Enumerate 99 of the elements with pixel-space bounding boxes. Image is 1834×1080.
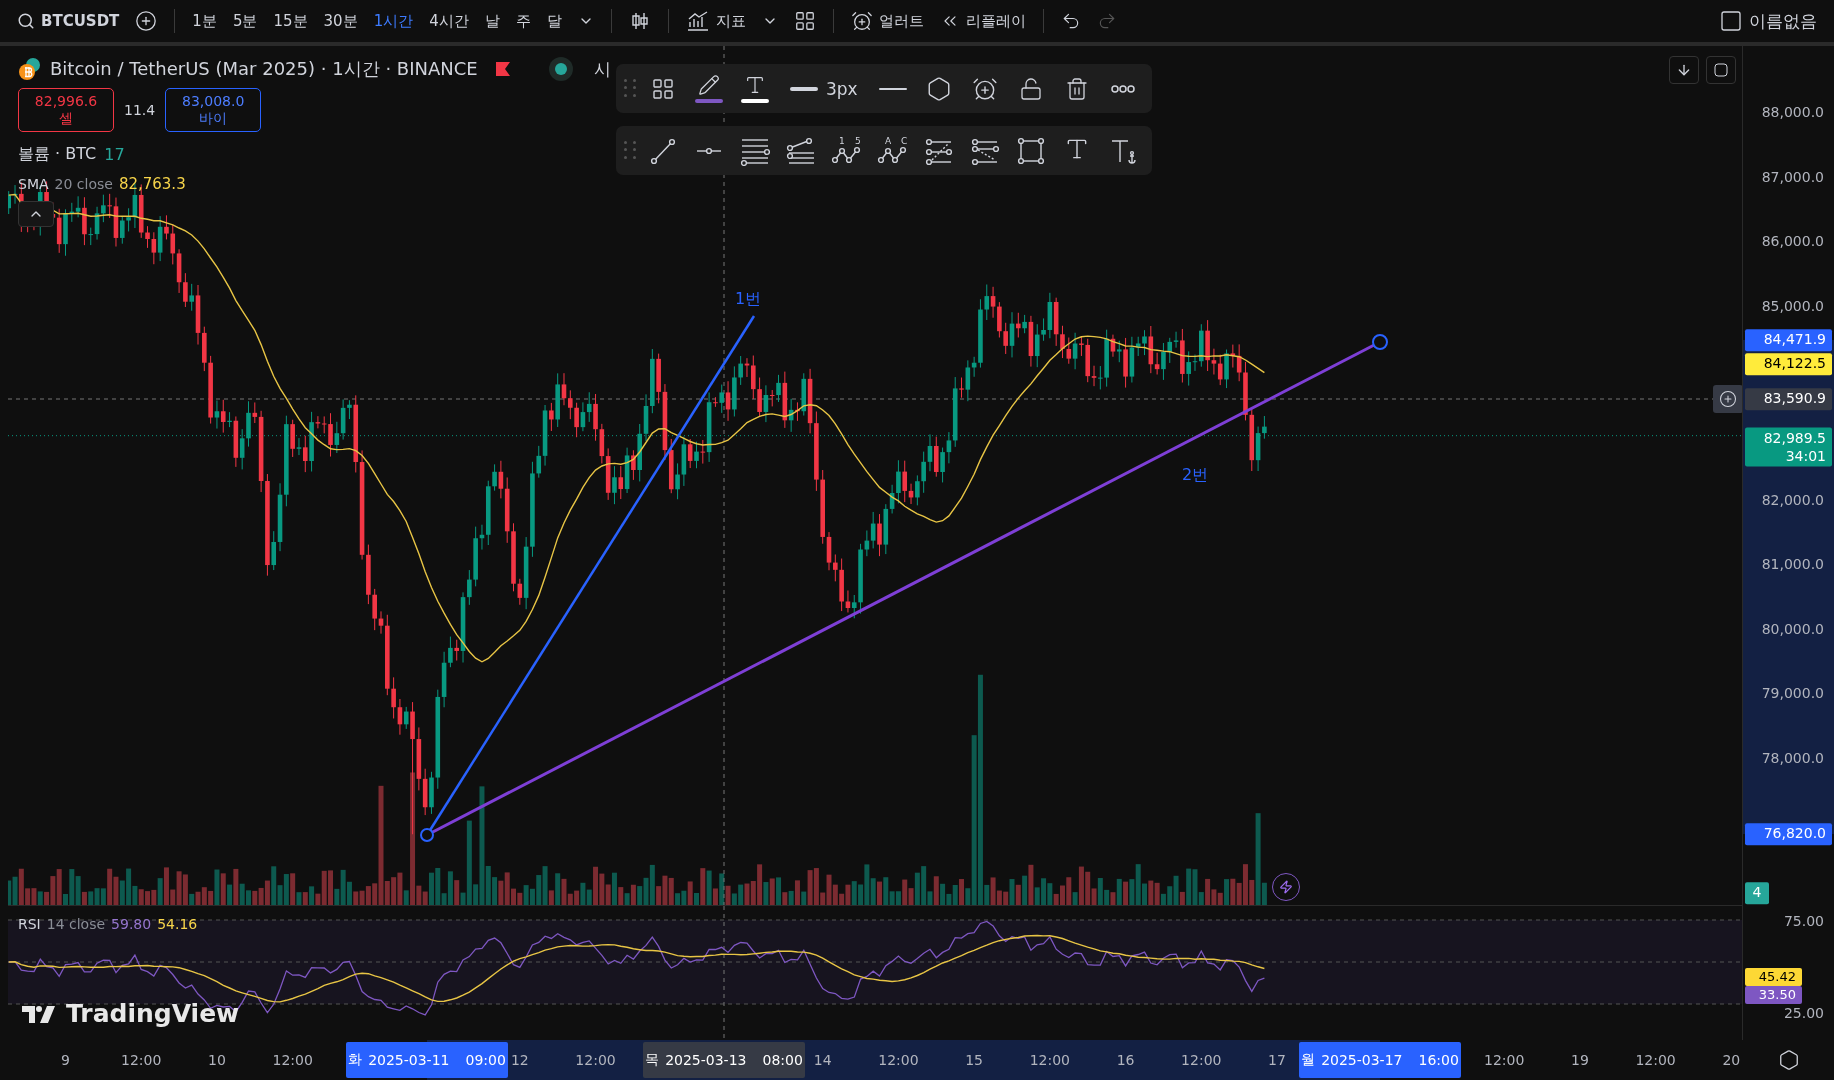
price-tick: 87,000.0 xyxy=(1761,168,1824,185)
scroll-down-button[interactable] xyxy=(1669,56,1699,84)
price-tick: 88,000.0 xyxy=(1761,104,1824,120)
time-tick: 9 xyxy=(61,1052,70,1068)
price-tick: 82,000.0 xyxy=(1761,491,1824,508)
rsi-label: 33.50 xyxy=(1745,985,1802,1005)
square-icon xyxy=(1719,9,1743,33)
time-label: 화 2025-03-11 09:00 xyxy=(346,1042,508,1078)
indicator-name: 볼륨 · BTC xyxy=(18,144,97,165)
indicator-name: RSI xyxy=(18,916,41,933)
interval-tab[interactable]: 15분 xyxy=(268,7,313,35)
time-tick: 16 xyxy=(1116,1052,1135,1068)
buy-button[interactable]: 83,008.0 바이 xyxy=(165,88,262,132)
drawing-label: 2번 xyxy=(1182,465,1209,484)
line-width-button[interactable]: 3px xyxy=(780,68,868,109)
time-tick: 20 xyxy=(1722,1052,1741,1068)
status-dot-icon xyxy=(547,56,574,82)
more-icon xyxy=(1110,84,1135,93)
interval-tab[interactable]: 주 xyxy=(510,7,536,35)
alert-button[interactable]: 얼러트 xyxy=(845,6,929,36)
spread-value: 11.4 xyxy=(124,102,156,118)
price-tick: 86,000.0 xyxy=(1761,233,1824,250)
indicator-value: 17 xyxy=(104,145,125,164)
time-label: 목 2025-03-13 08:00 xyxy=(643,1042,805,1078)
fullscreen-icon xyxy=(1713,62,1729,78)
fullscreen-button[interactable] xyxy=(1706,56,1736,84)
add-price-button[interactable] xyxy=(1713,385,1742,413)
collapse-button[interactable] xyxy=(18,201,54,227)
interval-tab[interactable]: 4시간 xyxy=(424,7,474,35)
time-tick: 12:00 xyxy=(1484,1052,1525,1068)
interval-tab[interactable]: 달 xyxy=(541,7,567,35)
time-tick: 12:00 xyxy=(1181,1052,1222,1068)
time-tick: 12:00 xyxy=(575,1052,616,1068)
indicator-value: 59.80 xyxy=(111,916,152,933)
search-icon xyxy=(17,12,35,30)
price-label: 82,989.5 34:01 xyxy=(1745,427,1832,467)
price-label: 76,820.0 xyxy=(1745,823,1832,845)
sell-button[interactable]: 82,996.6 셀 xyxy=(18,88,114,132)
interval-tab[interactable]: 5분 xyxy=(227,7,263,35)
watermark-logo: TradingView xyxy=(22,999,240,1028)
time-label: 월 2025-03-17 16:00 xyxy=(1299,1042,1461,1078)
price-tick: 85,000.0 xyxy=(1761,297,1824,314)
logo-icon xyxy=(22,1003,56,1024)
legend-text: 시 xyxy=(593,57,611,81)
time-tick: 12:00 xyxy=(1635,1052,1676,1068)
interval-tab[interactable]: 1시간 xyxy=(368,7,419,35)
time-tick: 12:00 xyxy=(878,1052,919,1068)
symbol-search[interactable]: BTCUSDT xyxy=(12,8,125,34)
rsi-tick: 75.00 xyxy=(1783,913,1824,929)
fan-lines-icon xyxy=(786,135,816,166)
settings-icon xyxy=(1777,1049,1800,1071)
time-tick: 10 xyxy=(208,1052,226,1068)
time-tick: 12 xyxy=(510,1052,529,1068)
lightning-icon xyxy=(1279,879,1293,895)
layout-button[interactable]: 이름없음 xyxy=(1714,5,1822,37)
horizontal-line-icon xyxy=(696,146,722,155)
price-tick: 78,000.0 xyxy=(1761,750,1824,766)
price-label: 83,590.9 xyxy=(1745,388,1832,410)
time-tick: 15 xyxy=(965,1052,984,1068)
time-tick: 17 xyxy=(1268,1052,1286,1068)
rsi-tick: 25.00 xyxy=(1783,1005,1824,1021)
unlock-icon xyxy=(1018,76,1043,101)
lightning-button[interactable] xyxy=(1272,873,1300,901)
indicators-button[interactable]: 지표 xyxy=(680,6,751,36)
price-tick: 81,000.0 xyxy=(1761,556,1824,573)
replay-button[interactable]: 리플레이 xyxy=(934,7,1031,35)
time-tick: 14 xyxy=(813,1052,832,1068)
indicator-value: 82,763.3 xyxy=(118,175,186,193)
time-tick: 12:00 xyxy=(1029,1052,1071,1068)
chart-line-icon xyxy=(685,10,710,32)
price-label: 84,122.5 xyxy=(1745,353,1832,375)
symbol-title: Bitcoin / TetherUS (Mar 2025) · 1시간 · BINANCE xyxy=(50,57,478,81)
indicator-params: 20 close xyxy=(54,176,113,192)
time-tick: 19 xyxy=(1571,1052,1589,1068)
pencil-icon xyxy=(698,74,720,96)
drag-handle-icon xyxy=(624,140,638,161)
price-label: 84,471.9 xyxy=(1745,329,1832,351)
drawing-label: 1번 xyxy=(735,289,762,308)
price-tick: 79,000.0 xyxy=(1761,685,1824,702)
indicator-value: 54.16 xyxy=(157,916,198,933)
grid-icon xyxy=(793,10,816,32)
time-tick: 12:00 xyxy=(272,1052,313,1068)
rectangle-icon xyxy=(1016,135,1046,166)
alarm-clock-icon xyxy=(850,10,873,32)
grid-plus-icon xyxy=(651,76,675,101)
indicator-params: 14 close xyxy=(46,916,106,933)
interval-tab[interactable]: 1분 xyxy=(187,7,222,35)
coin-icon xyxy=(18,57,42,81)
drag-handle-icon xyxy=(624,78,638,99)
text-icon xyxy=(744,74,766,96)
rsi-label: 45.42 xyxy=(1745,967,1802,987)
plus-circle-icon xyxy=(1719,390,1737,408)
interval-tab[interactable]: 날 xyxy=(479,7,505,35)
time-tick: 12:00 xyxy=(121,1052,162,1068)
price-tick: 80,000.0 xyxy=(1761,620,1824,637)
flag-icon xyxy=(493,60,512,78)
price-label: 4 xyxy=(1745,882,1769,904)
interval-tab[interactable]: 30분 xyxy=(318,7,363,35)
plus-circle-icon xyxy=(135,10,158,32)
